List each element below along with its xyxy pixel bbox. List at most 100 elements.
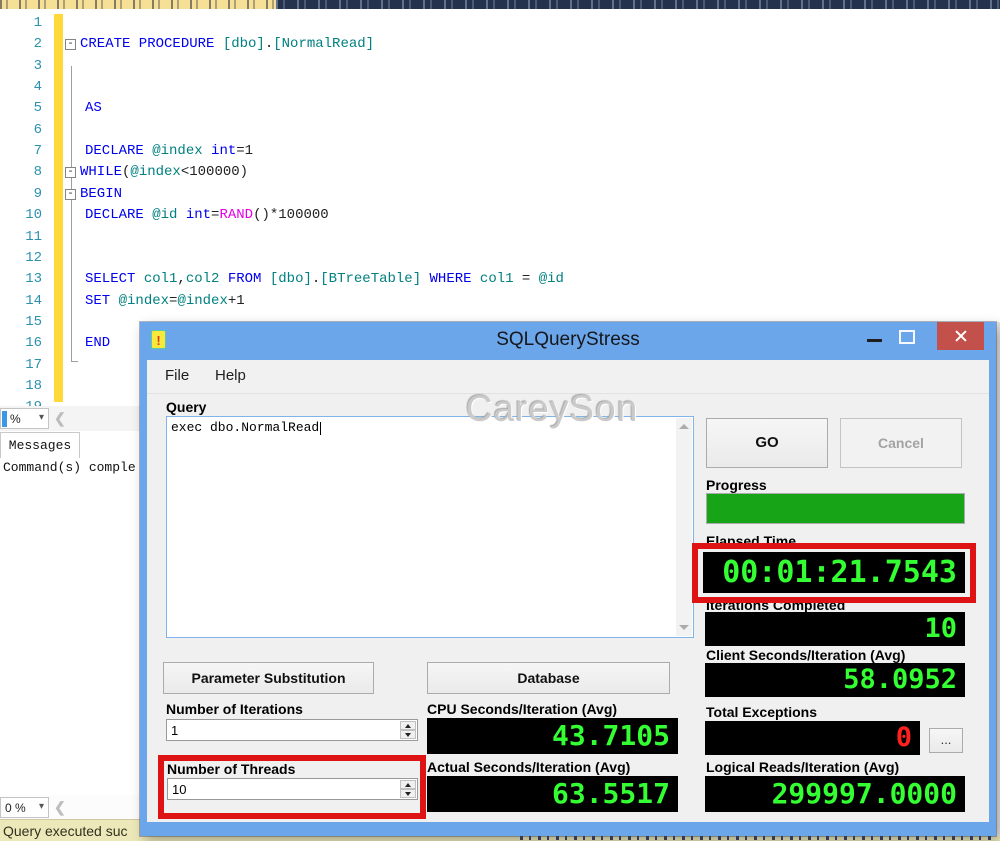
menu-file[interactable]: File: [165, 367, 189, 384]
code-text: END: [80, 335, 110, 351]
code-text: CREATE PROCEDURE [dbo].[NormalRead]: [80, 36, 374, 52]
line-number: 17: [0, 357, 42, 373]
fold-toggle-icon[interactable]: -: [65, 189, 76, 200]
code-text: SET @index=@index+1: [80, 293, 245, 309]
progress-label: Progress: [706, 477, 767, 493]
sqlquerystress-window: ! SQLQueryStress File Help Query exec db…: [140, 322, 996, 836]
selection-artifact: [2, 411, 7, 427]
code-line: 8 -WHILE(@index<100000): [0, 163, 995, 184]
parameter-substitution-button[interactable]: Parameter Substitution: [163, 662, 374, 694]
fold-toggle-icon[interactable]: -: [65, 39, 76, 50]
threads-value: 10: [172, 782, 186, 797]
line-number: 8: [0, 164, 42, 180]
query-input[interactable]: exec dbo.NormalRead: [166, 416, 694, 638]
editor-zoom-value: %: [10, 412, 21, 426]
line-number: 9: [0, 186, 42, 202]
line-number: 18: [0, 378, 42, 394]
hscroll-left-icon[interactable]: ❮: [54, 410, 66, 427]
close-button[interactable]: [937, 322, 984, 350]
total-exceptions-label: Total Exceptions: [706, 704, 817, 720]
actual-seconds-label: Actual Seconds/Iteration (Avg): [427, 759, 630, 775]
messages-output-text: Command(s) comple: [3, 460, 136, 475]
code-text: AS: [80, 100, 102, 116]
progress-bar: [706, 493, 965, 524]
elapsed-time-display: 00:01:21.7543: [703, 552, 965, 593]
dialog-client-area: File Help Query exec dbo.NormalRead Care…: [147, 360, 989, 822]
line-number: 2: [0, 36, 42, 52]
code-line: 7 DECLARE @index int=1: [0, 142, 995, 163]
stepper-down-button[interactable]: [400, 730, 416, 739]
code-text: BEGIN: [80, 186, 122, 202]
menu-help[interactable]: Help: [215, 367, 246, 384]
hscroll-left-icon[interactable]: ❮: [54, 799, 66, 816]
code-line: 1: [0, 14, 995, 35]
exceptions-detail-button[interactable]: ...: [929, 728, 963, 753]
iterations-stepper[interactable]: 1: [166, 719, 418, 741]
tab-messages[interactable]: Messages: [0, 432, 80, 458]
ssms-tab-inactive[interactable]: [276, 0, 1000, 9]
messages-tab-label: Messages: [9, 438, 71, 453]
triangle-down-icon: [405, 733, 411, 737]
triangle-down-icon: [405, 792, 411, 796]
code-line: 6: [0, 121, 995, 142]
threads-label: Number of Threads: [167, 761, 295, 777]
database-button[interactable]: Database: [427, 662, 670, 694]
query-scrollbar[interactable]: [676, 418, 692, 636]
line-number: 4: [0, 79, 42, 95]
messages-zoom-row: 0 % ▾ ❮: [0, 795, 140, 819]
text-cursor: [320, 422, 321, 435]
stepper-up-button[interactable]: [400, 780, 416, 789]
code-line: 11: [0, 228, 995, 249]
logical-reads-label: Logical Reads/Iteration (Avg): [706, 759, 899, 775]
line-number: 6: [0, 122, 42, 138]
query-text: exec dbo.NormalRead: [171, 420, 321, 435]
stepper-buttons: [400, 780, 416, 798]
code-line: 3: [0, 57, 995, 78]
line-number: 7: [0, 143, 42, 159]
line-number: 1: [0, 15, 42, 31]
code-line: 14 SET @index=@index+1: [0, 292, 995, 313]
line-number: 13: [0, 271, 42, 287]
minimize-button[interactable]: [867, 339, 882, 342]
fold-toggle-icon[interactable]: -: [65, 167, 76, 178]
code-line: 12: [0, 249, 995, 270]
scroll-down-icon[interactable]: [679, 625, 689, 630]
chevron-down-icon: ▾: [39, 412, 44, 423]
threads-stepper[interactable]: 10: [167, 778, 418, 800]
triangle-up-icon: [405, 724, 411, 728]
screen: 12-CREATE PROCEDURE [dbo].[NormalRead]34…: [0, 0, 1000, 841]
status-message: Query executed suc: [3, 823, 128, 839]
logical-reads-display: 299997.0000: [705, 776, 965, 812]
client-seconds-label: Client Seconds/Iteration (Avg): [706, 647, 905, 663]
code-text: DECLARE @id int=RAND()*100000: [80, 207, 329, 223]
cancel-button: Cancel: [840, 418, 962, 468]
ssms-tab-active[interactable]: [0, 0, 276, 9]
stepper-up-button[interactable]: [400, 721, 416, 730]
code-text: DECLARE @index int=1: [80, 143, 253, 159]
query-label: Query: [166, 399, 206, 415]
total-exceptions-display: 0: [705, 721, 920, 755]
cpu-seconds-label: CPU Seconds/Iteration (Avg): [427, 701, 617, 717]
iterations-value: 1: [171, 723, 178, 738]
stepper-down-button[interactable]: [400, 789, 416, 798]
editor-zoom-combobox[interactable]: % ▾: [0, 408, 49, 429]
elapsed-time-label: Elapsed Time: [706, 533, 796, 549]
line-number: 3: [0, 58, 42, 74]
line-number: 19: [0, 399, 42, 406]
code-line: 4: [0, 78, 995, 99]
client-seconds-display: 58.0952: [705, 663, 965, 697]
code-line: 9 -BEGIN: [0, 185, 995, 206]
line-number: 10: [0, 207, 42, 223]
code-text: SELECT col1,col2 FROM [dbo].[BTreeTable]…: [80, 271, 564, 287]
scroll-up-icon[interactable]: [679, 424, 689, 429]
code-text: WHILE(@index<100000): [80, 164, 248, 180]
iterations-label: Number of Iterations: [166, 701, 303, 717]
maximize-button[interactable]: [899, 330, 915, 344]
go-button[interactable]: GO: [706, 418, 828, 468]
messages-zoom-combobox[interactable]: 0 % ▾: [0, 797, 49, 818]
code-line: 2 -CREATE PROCEDURE [dbo].[NormalRead]: [0, 35, 995, 56]
chevron-down-icon: ▾: [39, 801, 44, 812]
line-number: 11: [0, 229, 42, 245]
line-number: 14: [0, 293, 42, 309]
code-line: 10 DECLARE @id int=RAND()*100000: [0, 206, 995, 227]
